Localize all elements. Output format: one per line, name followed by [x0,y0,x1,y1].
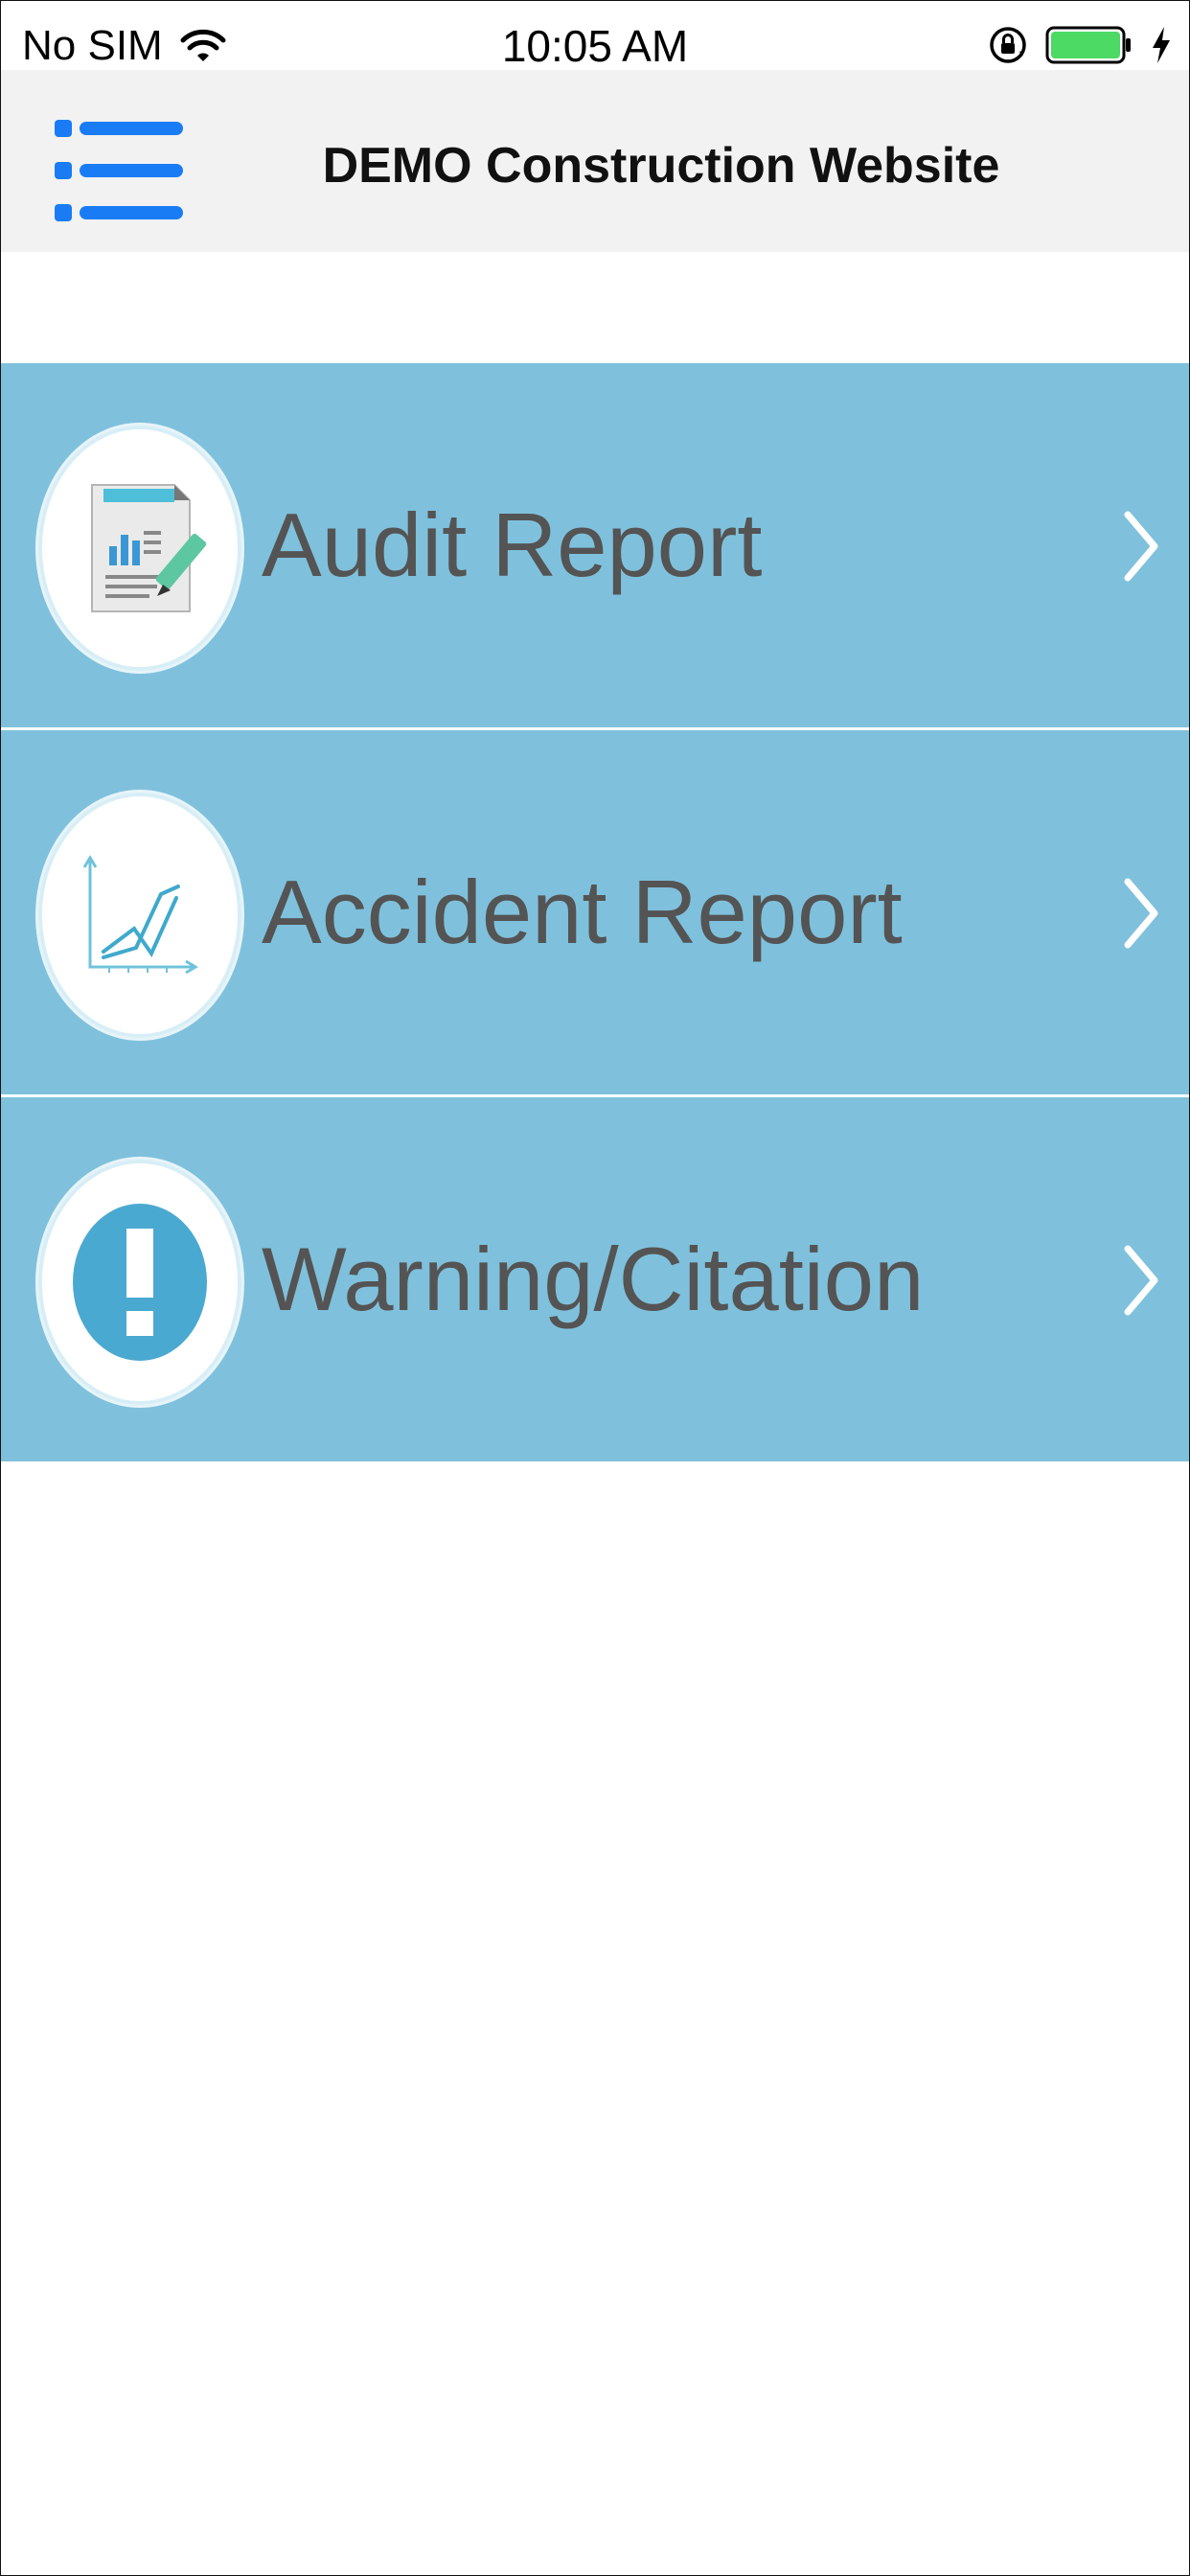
orientation-lock-icon [990,27,1026,63]
page-title: DEMO Construction Website [322,138,1000,194]
accident-report-icon-badge [35,790,244,1041]
status-bar: No SIM 10:05 AM [1,1,1189,70]
menu-item-label: Audit Report [262,494,763,595]
accident-chart-icon [82,855,198,975]
app-screen: No SIM 10:05 AM DEMO Construction Websit… [0,0,1190,2576]
menu-item-warning-citation[interactable]: Warning/Citation [1,1097,1189,1461]
menu-item-label: Warning/Citation [262,1229,925,1329]
nav-bar: DEMO Construction Website [1,70,1189,252]
hamburger-menu-icon [55,120,183,221]
menu-button[interactable] [55,120,183,221]
chevron-right-icon [1124,878,1158,949]
battery-icon [1045,26,1131,64]
audit-report-icon [91,484,207,612]
chevron-right-icon [1124,1245,1158,1316]
status-right-icons [988,24,1172,66]
audit-report-icon-badge [35,423,244,674]
chevron-right-icon [1124,511,1158,582]
menu-item-audit-report[interactable]: Audit Report [1,363,1189,727]
warning-exclamation-icon [73,1204,207,1361]
report-menu-list: Audit Report Accident Report Warning/Cit… [1,363,1189,1461]
menu-item-label: Accident Report [262,862,903,962]
menu-item-accident-report[interactable]: Accident Report [1,730,1189,1094]
warning-citation-icon-badge [35,1157,244,1408]
charging-bolt-icon [1153,27,1170,63]
